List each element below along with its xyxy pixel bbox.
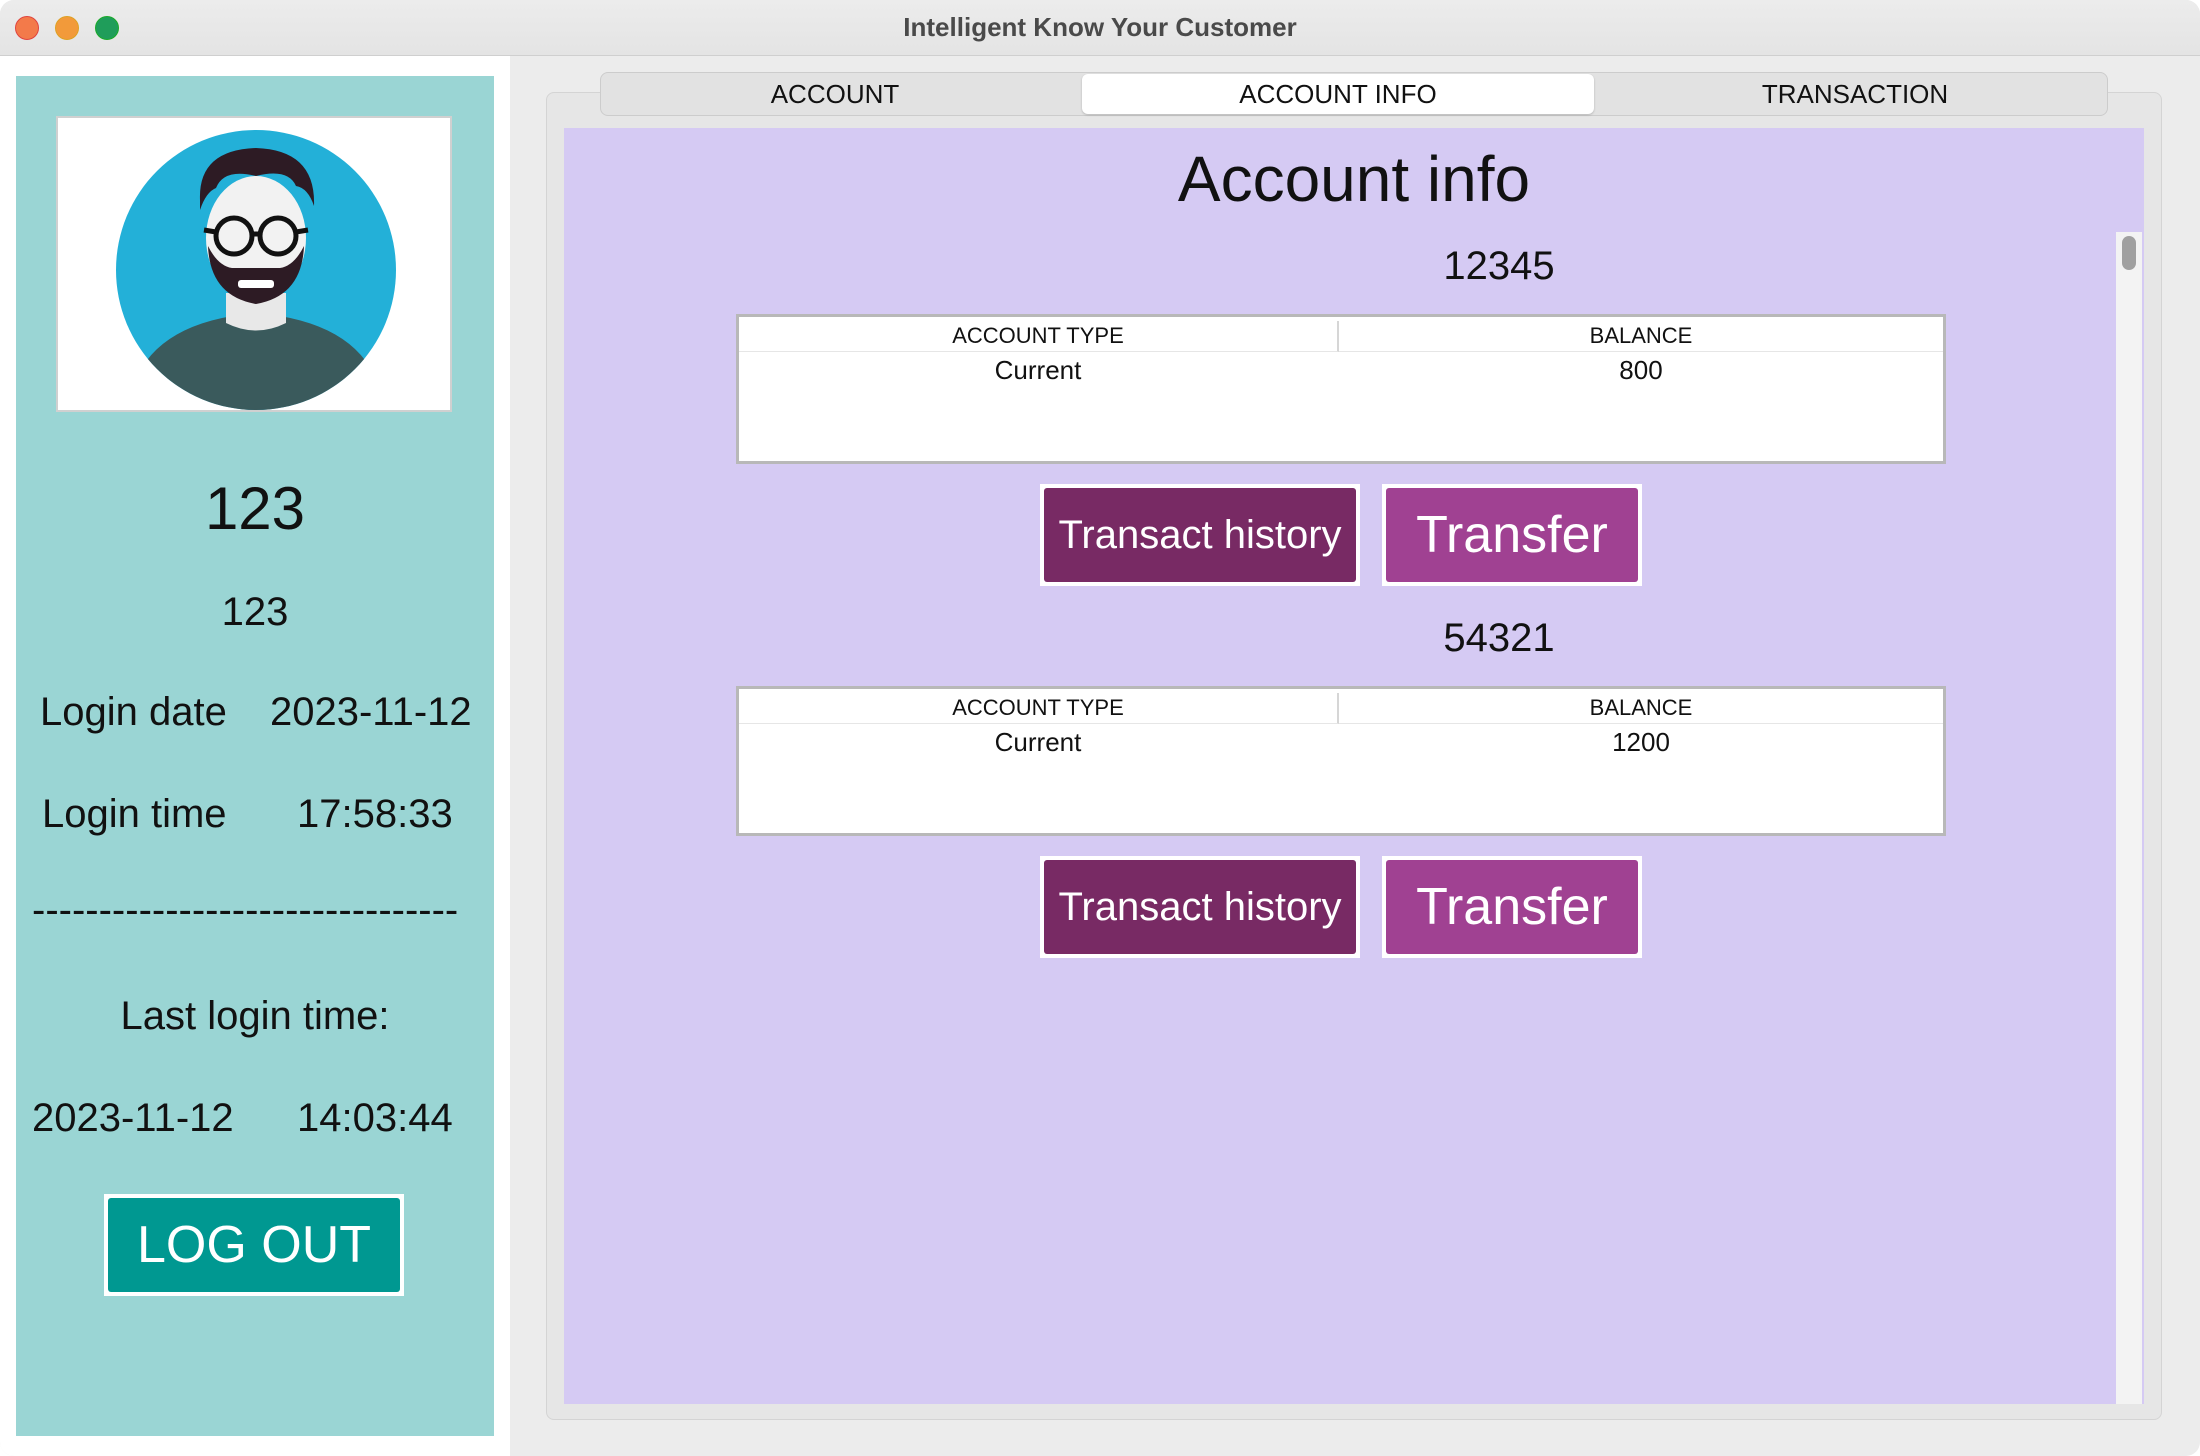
tab-account-info[interactable]: ACCOUNT INFO	[1082, 74, 1594, 114]
transfer-button-frame: Transfer	[1382, 856, 1642, 958]
user-sidebar: 123 123 Login date 2023-11-12 Login time…	[16, 76, 494, 1436]
vertical-scrollbar[interactable]	[2116, 232, 2142, 1404]
cell-balance[interactable]: 1200	[1339, 727, 1943, 758]
login-date-value: 2023-11-12	[270, 690, 472, 734]
scrollbar-thumb[interactable]	[2122, 236, 2136, 270]
cell-balance[interactable]: 800	[1339, 355, 1943, 386]
login-time-value: 17:58:33	[297, 792, 453, 836]
history-button-frame: Transact history	[1040, 856, 1360, 958]
account-info-panel: Account info 12345 ACCOUNT TYPE BALANCE …	[564, 128, 2144, 1404]
title-bar: Intelligent Know Your Customer	[0, 0, 2200, 56]
login-date-label: Login date	[40, 690, 227, 734]
column-header-balance[interactable]: BALANCE	[1339, 693, 1943, 724]
last-login-time: 14:03:44	[297, 1096, 453, 1140]
page-title: Account info	[1177, 143, 1531, 215]
cell-account-type[interactable]: Current	[739, 727, 1337, 758]
transact-history-button[interactable]: Transact history	[1044, 860, 1356, 954]
login-time-label: Login time	[42, 792, 227, 836]
last-login-label: Last login time:	[120, 994, 390, 1038]
account-number: 54321	[1443, 616, 1555, 660]
sidebar-container: 123 123 Login date 2023-11-12 Login time…	[0, 56, 510, 1456]
transfer-button[interactable]: Transfer	[1386, 488, 1638, 582]
account-number: 12345	[1443, 244, 1555, 288]
avatar	[56, 116, 452, 412]
last-login-date: 2023-11-12	[32, 1096, 234, 1140]
transfer-button[interactable]: Transfer	[1386, 860, 1638, 954]
logout-button[interactable]: LOG OUT	[108, 1198, 400, 1292]
transfer-button-frame: Transfer	[1382, 484, 1642, 586]
tab-transaction[interactable]: TRANSACTION	[1601, 73, 2109, 115]
username-subheading: 123	[221, 590, 289, 634]
tab-account[interactable]: ACCOUNT	[601, 73, 1069, 115]
separator: --------------------------------	[32, 888, 459, 932]
account-table: ACCOUNT TYPE BALANCE Current 800	[736, 314, 1946, 464]
app-window: Intelligent Know Your Customer 123 123 L…	[0, 0, 2200, 1456]
column-header-account-type[interactable]: ACCOUNT TYPE	[739, 321, 1339, 352]
cell-account-type[interactable]: Current	[739, 355, 1337, 386]
transact-history-button[interactable]: Transact history	[1044, 488, 1356, 582]
account-table: ACCOUNT TYPE BALANCE Current 1200	[736, 686, 1946, 836]
column-header-balance[interactable]: BALANCE	[1339, 321, 1943, 352]
column-header-account-type[interactable]: ACCOUNT TYPE	[739, 693, 1339, 724]
tab-bar: ACCOUNT ACCOUNT INFO TRANSACTION	[600, 72, 2108, 116]
window-title: Intelligent Know Your Customer	[903, 12, 1297, 42]
history-button-frame: Transact history	[1040, 484, 1360, 586]
logout-button-frame: LOG OUT	[104, 1194, 404, 1296]
user-avatar-icon	[116, 130, 396, 410]
username-heading: 123	[204, 475, 306, 542]
